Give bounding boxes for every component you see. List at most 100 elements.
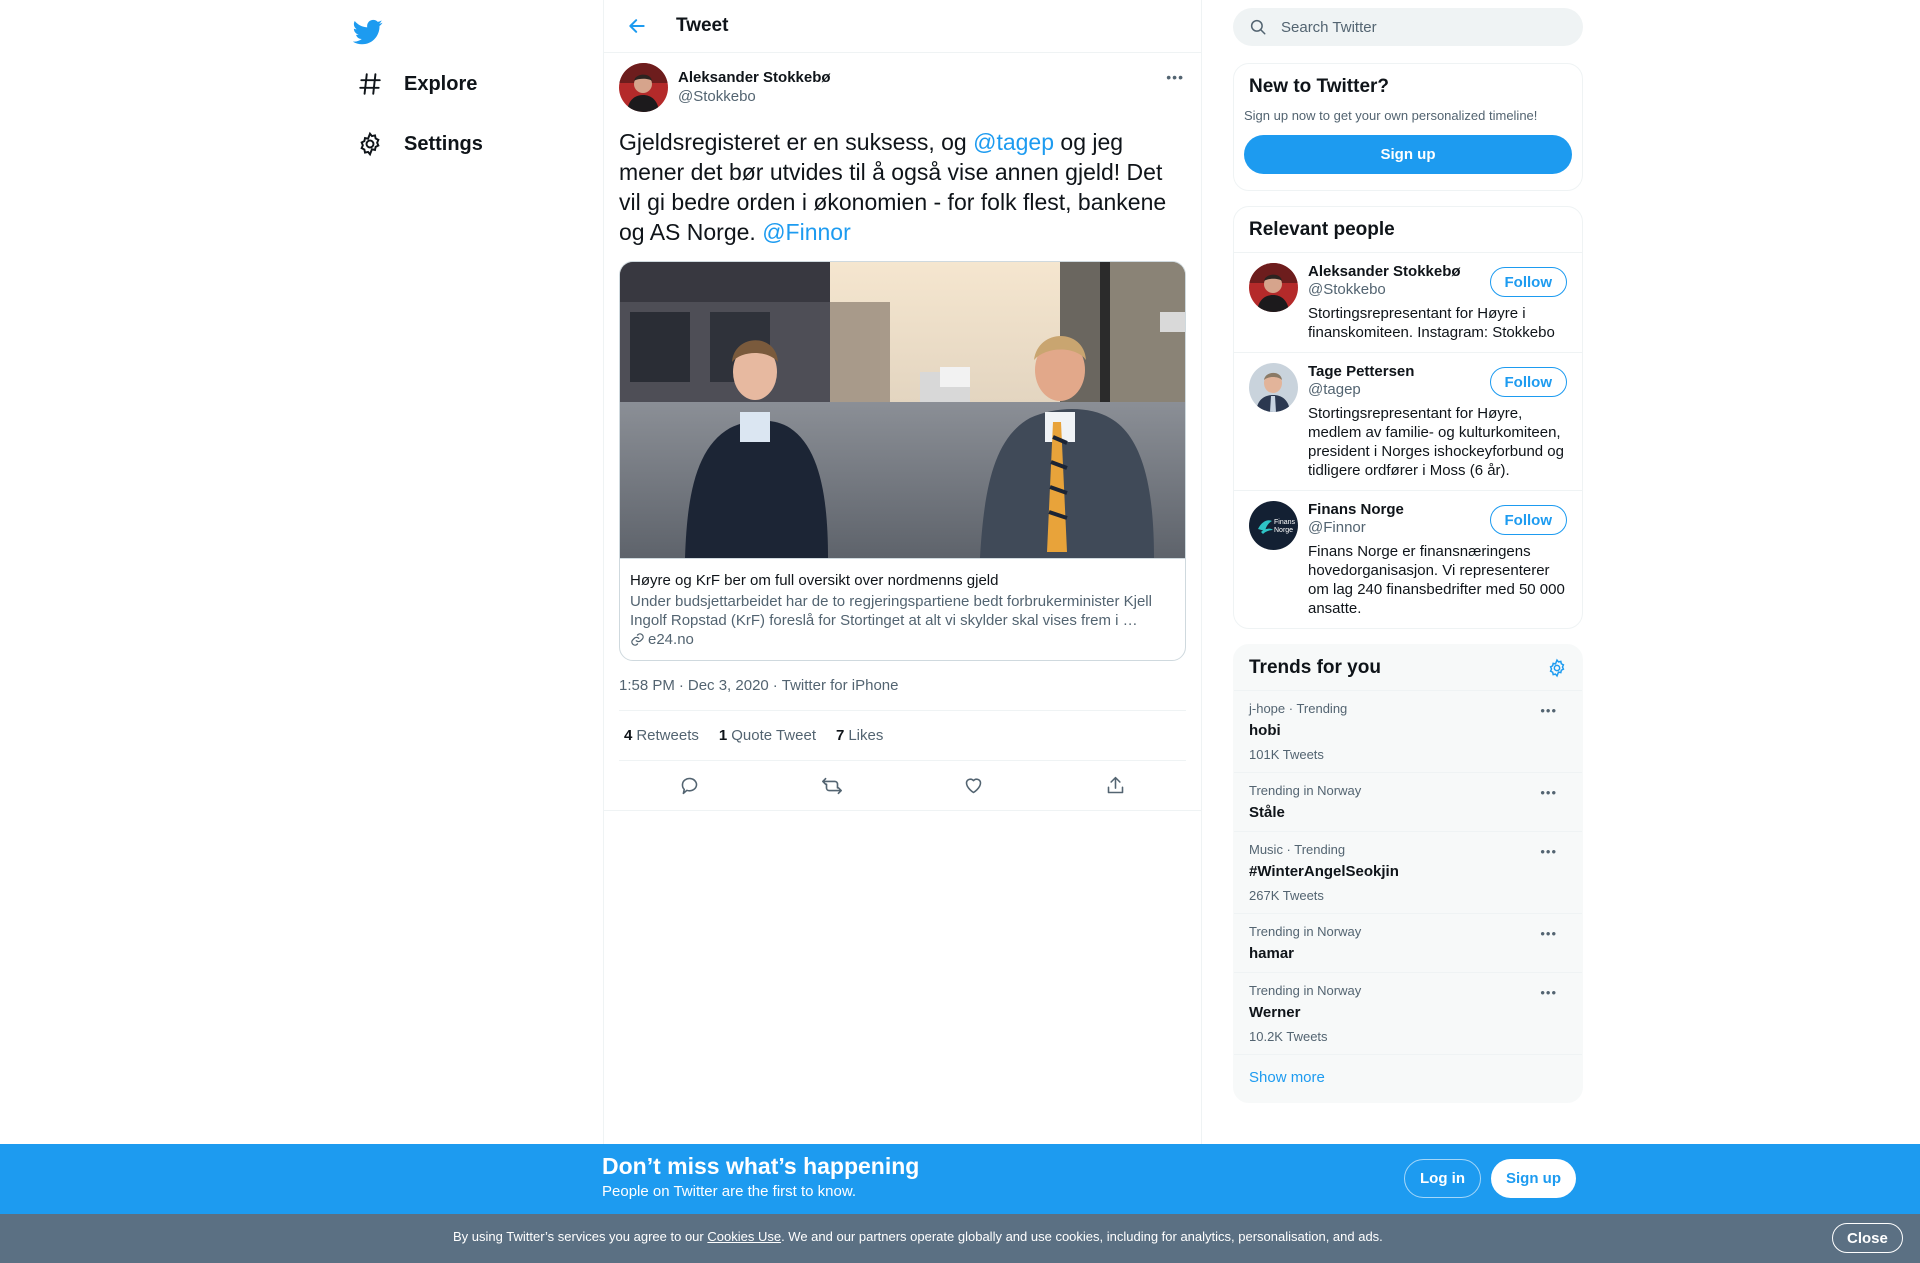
cookies-use-link[interactable]: Cookies Use bbox=[707, 1229, 781, 1244]
nav-item-explore[interactable]: Explore bbox=[340, 59, 487, 109]
hashtag-icon bbox=[350, 64, 390, 104]
panel-title: Relevant people bbox=[1249, 218, 1395, 240]
nav-item-settings[interactable]: Settings bbox=[340, 119, 493, 169]
mention-link[interactable]: @tagep bbox=[973, 129, 1054, 155]
card-domain: e24.no bbox=[630, 631, 1175, 648]
trend-count: 267K Tweets bbox=[1249, 888, 1324, 903]
trend-context: Trending in Norway bbox=[1249, 983, 1362, 998]
cookie-text-part: . We and our partners operate globally a… bbox=[781, 1229, 1383, 1244]
retweet-button[interactable] bbox=[812, 766, 852, 806]
arrow-left-icon bbox=[629, 19, 645, 33]
reply-button[interactable] bbox=[670, 766, 710, 806]
page-title: Tweet bbox=[676, 15, 729, 36]
trend-context: Trending in Norway bbox=[1249, 924, 1362, 939]
nav-item-label: Settings bbox=[404, 132, 483, 155]
tweet-actions bbox=[604, 761, 1201, 811]
panel-header: Relevant people bbox=[1234, 207, 1582, 253]
avatar[interactable] bbox=[1249, 263, 1298, 312]
avatar[interactable] bbox=[1249, 363, 1298, 412]
tweet-source[interactable]: Twitter for iPhone bbox=[782, 677, 899, 694]
trend-item[interactable]: Trending in Norway Werner 10.2K Tweets •… bbox=[1234, 973, 1582, 1055]
person-bio: Stortingsrepresentant for Høyre i finans… bbox=[1308, 305, 1555, 341]
twitter-bird-icon[interactable] bbox=[348, 12, 388, 52]
trend-name: hamar bbox=[1249, 945, 1295, 962]
card-image bbox=[620, 262, 1185, 558]
tweet-date[interactable]: Dec 3, 2020 bbox=[688, 677, 769, 694]
new-to-twitter-panel: New to Twitter? Sign up now to get your … bbox=[1233, 63, 1583, 191]
trend-context: Music · Trending bbox=[1249, 842, 1346, 857]
trend-item[interactable]: Trending in Norway hamar ••• bbox=[1234, 914, 1582, 973]
panel-title: New to Twitter? bbox=[1249, 76, 1390, 97]
relevant-people-panel: Relevant people Aleksander Stokkebø @Sto… bbox=[1233, 206, 1583, 629]
likes-count[interactable]: 7 Likes bbox=[836, 727, 883, 744]
trend-name: #WinterAngelSeokjin bbox=[1249, 863, 1399, 880]
heart-icon bbox=[965, 778, 982, 794]
more-options-icon[interactable]: ••• bbox=[1540, 926, 1557, 941]
trend-context: j-hope · Trending bbox=[1249, 701, 1348, 716]
trend-name: Werner bbox=[1249, 1004, 1301, 1021]
gear-icon bbox=[350, 124, 390, 164]
cookie-text: By using Twitter’s services you agree to… bbox=[453, 1229, 1383, 1244]
tweet-time[interactable]: 1:58 PM bbox=[619, 677, 675, 694]
link-card[interactable]: Høyre og KrF ber om full oversikt over n… bbox=[619, 261, 1186, 661]
card-body: Høyre og KrF ber om full oversikt over n… bbox=[620, 558, 1185, 660]
trend-item[interactable]: Music · Trending #WinterAngelSeokjin 267… bbox=[1234, 832, 1582, 914]
more-options-icon[interactable]: ••• bbox=[1540, 703, 1557, 718]
tweet-text: Gjeldsregisteret er en suksess, og @tage… bbox=[619, 127, 1186, 247]
trend-count: 101K Tweets bbox=[1249, 747, 1324, 762]
trend-item[interactable]: j-hope · Trending hobi 101K Tweets ••• bbox=[1234, 691, 1582, 773]
settings-gear-icon[interactable] bbox=[1547, 658, 1567, 678]
quote-tweets-count[interactable]: 1 Quote Tweet bbox=[719, 727, 816, 744]
share-button[interactable] bbox=[1095, 766, 1135, 806]
more-options-icon[interactable]: ••• bbox=[1540, 785, 1557, 800]
panel-header: Trends for you bbox=[1234, 645, 1582, 691]
card-description: Under budsjettarbeidet har de to regjeri… bbox=[630, 593, 1152, 629]
banner-title: Don’t miss what’s happening bbox=[602, 1153, 920, 1179]
signup-button[interactable]: Sign up bbox=[1244, 135, 1572, 174]
mention-link[interactable]: @Finnor bbox=[762, 219, 851, 245]
person-bio: Finans Norge er finansnæringens hovedorg… bbox=[1308, 543, 1565, 617]
signup-button[interactable]: Sign up bbox=[1491, 1159, 1576, 1198]
close-button[interactable]: Close bbox=[1832, 1223, 1903, 1253]
follow-button[interactable]: Follow bbox=[1489, 267, 1567, 297]
avatar[interactable] bbox=[619, 63, 668, 112]
retweets-count[interactable]: 4 Retweets bbox=[624, 727, 699, 744]
link-icon bbox=[631, 633, 644, 646]
search-icon bbox=[1250, 19, 1266, 35]
author-handle[interactable]: @Stokkebo bbox=[678, 88, 831, 105]
avatar[interactable]: Finans Norge bbox=[1249, 501, 1298, 550]
more-options-icon[interactable]: ••• bbox=[1540, 985, 1557, 1000]
search-input[interactable] bbox=[1281, 18, 1541, 36]
search-box[interactable] bbox=[1233, 8, 1583, 46]
person-card[interactable]: Aleksander Stokkebø @Stokkebo Stortingsr… bbox=[1234, 253, 1582, 353]
signup-banner: Don’t miss what’s happening People on Tw… bbox=[0, 1144, 1920, 1214]
panel-title: Trends for you bbox=[1249, 656, 1381, 678]
share-icon bbox=[1107, 776, 1123, 794]
login-button[interactable]: Log in bbox=[1404, 1159, 1481, 1198]
tweet: Aleksander Stokkebø @Stokkebo ••• Gjelds… bbox=[604, 63, 1201, 811]
trend-count: 10.2K Tweets bbox=[1249, 1029, 1328, 1044]
reply-icon bbox=[682, 777, 698, 795]
more-options-icon[interactable]: ••• bbox=[1166, 69, 1184, 85]
tweet-header: Tweet bbox=[604, 0, 1201, 53]
follow-button[interactable]: Follow bbox=[1489, 367, 1567, 397]
show-more-link[interactable]: Show more bbox=[1234, 1055, 1582, 1102]
like-button[interactable] bbox=[953, 766, 993, 806]
follow-button[interactable]: Follow bbox=[1489, 505, 1567, 535]
trend-name: Ståle bbox=[1249, 804, 1285, 821]
person-card[interactable]: Finans Norge Finans Norge @Finnor Finans … bbox=[1234, 491, 1582, 628]
trend-item[interactable]: Trending in Norway Ståle ••• bbox=[1234, 773, 1582, 832]
tweet-column: Tweet Aleksander Stokkebø @Stokkebo ••• … bbox=[603, 0, 1202, 1263]
banner-subtitle: People on Twitter are the first to know. bbox=[602, 1183, 857, 1200]
tweet-meta: 1:58 PM · Dec 3, 2020 · Twitter for iPhone bbox=[619, 675, 1186, 711]
author-name[interactable]: Aleksander Stokkebø bbox=[678, 69, 831, 86]
panel-subtitle: Sign up now to get your own personalized… bbox=[1244, 108, 1538, 123]
finans-norge-logo-text: Norge bbox=[1274, 527, 1293, 534]
back-button[interactable] bbox=[620, 9, 654, 43]
retweet-icon bbox=[821, 777, 842, 794]
more-options-icon[interactable]: ••• bbox=[1540, 844, 1557, 859]
card-domain-text: e24.no bbox=[648, 631, 694, 648]
cookie-banner: By using Twitter’s services you agree to… bbox=[0, 1214, 1920, 1263]
person-card[interactable]: Tage Pettersen @tagep Stortingsrepresent… bbox=[1234, 353, 1582, 491]
tweet-stats: 4 Retweets 1 Quote Tweet 7 Likes bbox=[619, 711, 1186, 761]
